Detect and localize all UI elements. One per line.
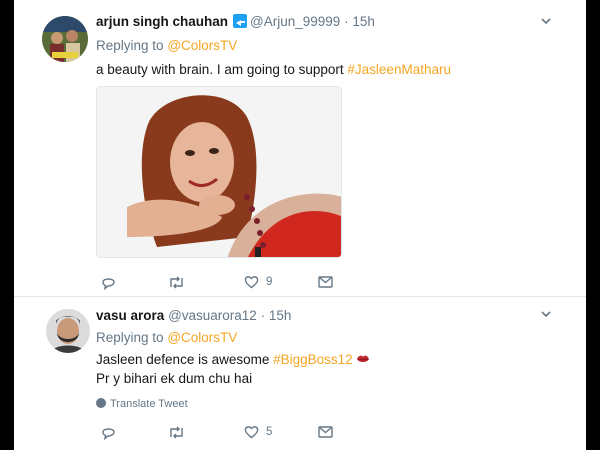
tweet[interactable]: arjun singh chauhan @Arjun_99999 · 15h Re… — [14, 0, 586, 296]
heart-icon — [244, 276, 259, 289]
like-button[interactable]: 5 — [244, 422, 272, 442]
separator: · — [260, 308, 266, 323]
timestamp[interactable]: 15h — [352, 14, 375, 29]
heart-icon — [244, 426, 259, 439]
tweet-text-plain: a beauty with brain. I am going to suppo… — [96, 62, 348, 77]
handle[interactable]: @vasuarora12 — [168, 308, 257, 323]
kiss-lips-emoji — [356, 355, 369, 362]
envelope-icon — [318, 276, 333, 288]
tweet-text: a beauty with brain. I am going to suppo… — [96, 60, 451, 80]
avatar[interactable] — [42, 16, 88, 62]
reply-icon — [102, 427, 115, 440]
reply-button[interactable] — [101, 422, 123, 442]
retweet-button[interactable] — [168, 422, 192, 442]
hashtag-link[interactable]: #JasleenMatharu — [347, 62, 451, 77]
reply-icon — [102, 277, 115, 290]
reply-button[interactable] — [101, 272, 123, 292]
mention-link[interactable]: @ColorsTV — [167, 330, 237, 345]
retweet-button[interactable] — [168, 272, 192, 292]
tweet-photo[interactable] — [96, 86, 342, 258]
globe-icon — [96, 398, 106, 408]
retweet-icon — [170, 276, 183, 288]
tweet-text-line: Jasleen defence is awesome #BiggBoss12 — [96, 350, 370, 370]
tweet[interactable]: vasu arora @vasuarora12 · 15h Replying t… — [14, 297, 586, 450]
verified-arrow-icon — [233, 14, 248, 28]
direct-message-button[interactable] — [318, 272, 333, 292]
translate-tweet-link[interactable]: Translate Tweet — [96, 398, 188, 410]
envelope-icon — [318, 426, 333, 438]
hashtag-link[interactable]: #BiggBoss12 — [273, 352, 353, 367]
retweet-icon — [170, 426, 183, 438]
replying-to: Replying to @ColorsTV — [96, 330, 237, 345]
handle[interactable]: @Arjun_99999 — [250, 14, 340, 29]
replying-to: Replying to @ColorsTV — [96, 38, 237, 53]
direct-message-button[interactable] — [318, 422, 333, 442]
chevron-down-icon[interactable] — [541, 309, 551, 319]
replying-prefix: Replying to — [96, 38, 164, 53]
tweet-text-plain: Jasleen defence is awesome — [96, 352, 274, 367]
tweet-header: vasu arora @vasuarora12 · 15h — [96, 308, 291, 323]
like-button[interactable]: 9 — [244, 272, 272, 292]
display-name[interactable]: vasu arora — [96, 308, 164, 323]
avatar[interactable] — [46, 309, 90, 353]
separator: · — [344, 14, 349, 29]
tweet-actions: 9 — [96, 272, 356, 294]
timeline: arjun singh chauhan @Arjun_99999 · 15h Re… — [14, 0, 586, 450]
tweet-actions: 5 — [96, 422, 356, 444]
like-count: 9 — [266, 276, 273, 288]
chevron-down-icon[interactable] — [541, 16, 551, 26]
tweet-header: arjun singh chauhan @Arjun_99999 · 15h — [96, 14, 375, 29]
mention-link[interactable]: @ColorsTV — [167, 38, 237, 53]
display-name[interactable]: arjun singh chauhan — [96, 14, 228, 29]
replying-prefix: Replying to — [96, 330, 164, 345]
like-count: 5 — [266, 426, 273, 438]
timestamp[interactable]: 15h — [269, 308, 292, 323]
translate-label: Translate Tweet — [110, 398, 188, 410]
tweet-text-line: Pr y bihari ek dum chu hai — [96, 371, 253, 386]
